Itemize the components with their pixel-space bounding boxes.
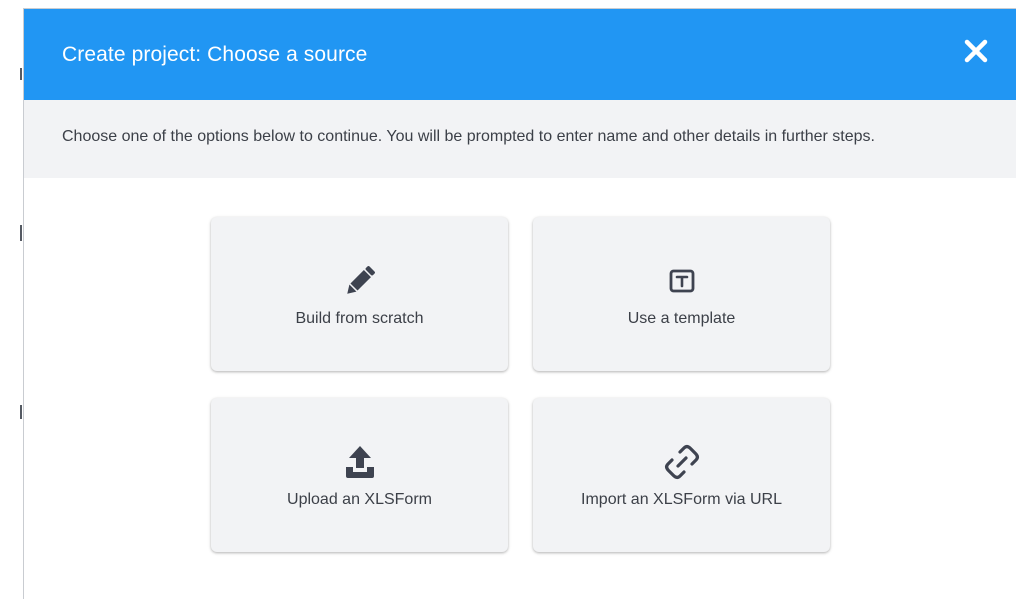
upload-icon (340, 442, 380, 482)
option-label: Import an XLSForm via URL (581, 491, 782, 508)
backdrop-divider (20, 225, 22, 241)
option-label: Upload an XLSForm (287, 491, 432, 508)
backdrop-divider (20, 405, 22, 419)
option-label: Use a template (627, 310, 736, 327)
option-import-xlsform-url[interactable]: Import an XLSForm via URL (533, 398, 830, 552)
source-options: Build from scratch Use a template Upload… (24, 9, 1016, 599)
option-use-template[interactable]: Use a template (533, 217, 830, 371)
link-icon (662, 442, 702, 482)
option-build-from-scratch[interactable]: Build from scratch (211, 217, 508, 371)
create-project-dialog: Create project: Choose a source Choose o… (23, 8, 1016, 599)
option-label: Build from scratch (295, 310, 424, 327)
backdrop-divider (20, 68, 22, 80)
template-icon (662, 261, 702, 301)
pencil-icon (340, 261, 380, 301)
option-upload-xlsform[interactable]: Upload an XLSForm (211, 398, 508, 552)
